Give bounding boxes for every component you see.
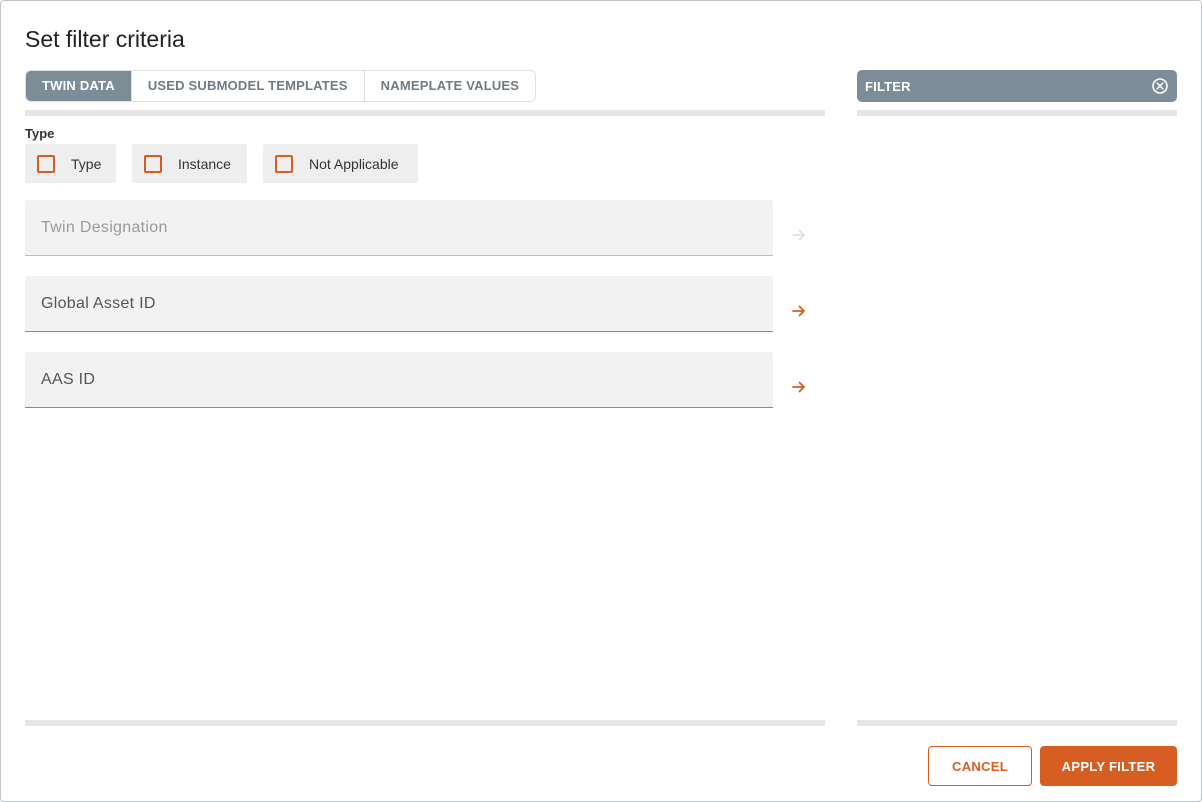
global-asset-id-submit-button[interactable] [787, 299, 811, 323]
dialog-title: Set filter criteria [25, 26, 185, 52]
aas-id-field [25, 352, 773, 408]
tab-bar: TWIN DATA USED SUBMODEL TEMPLATES NAMEPL… [25, 70, 537, 102]
bottom-divider-left [25, 720, 825, 726]
global-asset-id-field [25, 276, 773, 332]
tab-used-submodel-templates[interactable]: USED SUBMODEL TEMPLATES [131, 71, 365, 101]
tab-twin-data[interactable]: TWIN DATA [26, 71, 132, 101]
type-option-type[interactable]: Type [25, 144, 116, 183]
aas-id-submit-button[interactable] [787, 375, 811, 399]
type-group-label: Type [25, 126, 55, 141]
close-circle-icon [1152, 78, 1168, 94]
instance-checkbox[interactable] [144, 154, 162, 173]
arrow-right-icon [792, 305, 805, 317]
apply-filter-button[interactable]: APPLY FILTER [1040, 746, 1177, 786]
twin-designation-submit-button[interactable] [787, 223, 811, 247]
top-divider-left [25, 110, 825, 116]
global-asset-id-input[interactable] [41, 276, 761, 331]
clear-filter-button[interactable] [1151, 77, 1169, 95]
twin-designation-field [25, 200, 773, 256]
type-option-instance[interactable]: Instance [132, 144, 247, 183]
top-divider-right [857, 110, 1177, 116]
arrow-right-icon [792, 229, 805, 241]
filter-dialog: Set filter criteria TWIN DATA USED SUBMO… [0, 0, 1202, 802]
twin-designation-input[interactable] [41, 200, 761, 255]
aas-id-input[interactable] [41, 352, 761, 407]
type-checkbox[interactable] [37, 154, 55, 173]
cancel-button[interactable]: CANCEL [928, 746, 1032, 786]
bottom-divider-right [857, 720, 1177, 726]
arrow-right-icon [792, 381, 805, 393]
filter-bar-label: FILTER [865, 78, 911, 94]
instance-option-label: Instance [178, 155, 231, 172]
type-option-label: Type [71, 155, 102, 172]
not-applicable-checkbox[interactable] [275, 154, 293, 173]
filter-summary-bar: FILTER [857, 70, 1177, 102]
type-option-not-applicable[interactable]: Not Applicable [263, 144, 418, 183]
not-applicable-option-label: Not Applicable [309, 155, 399, 172]
tab-nameplate-values[interactable]: NAMEPLATE VALUES [364, 71, 536, 101]
